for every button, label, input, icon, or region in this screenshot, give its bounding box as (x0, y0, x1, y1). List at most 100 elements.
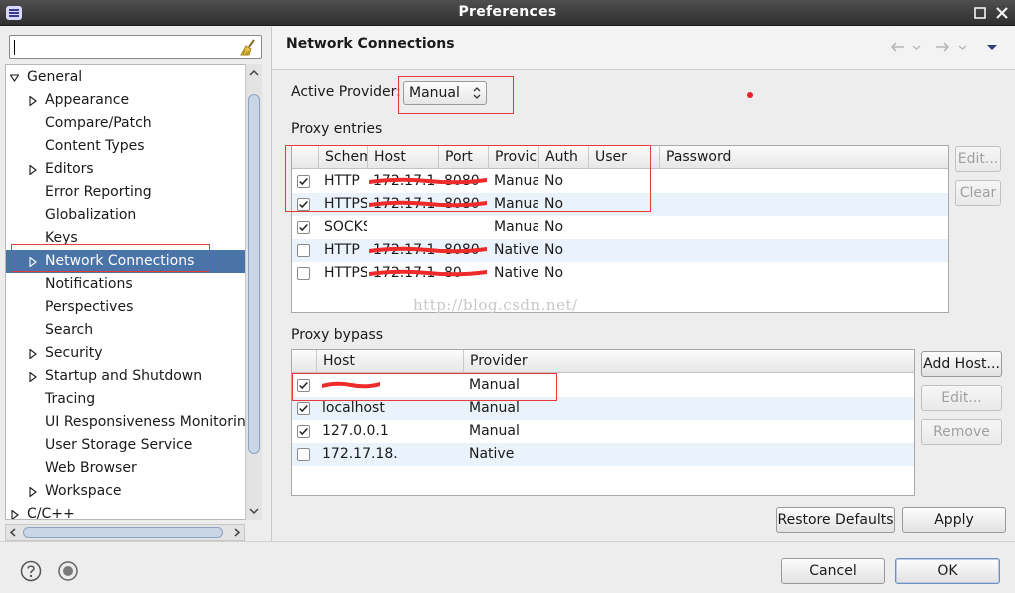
tree-item-perspectives[interactable]: Perspectives (6, 296, 246, 319)
tree-item-content-types[interactable]: Content Types (6, 135, 246, 158)
table-row[interactable]: HTTP172.17.18080ManualNo (292, 170, 948, 193)
add-host-button[interactable]: Add Host... (921, 351, 1002, 377)
tree-item-tracing[interactable]: Tracing (6, 388, 246, 411)
column-header[interactable]: Host (316, 350, 463, 373)
edit-bypass-button[interactable]: Edit... (921, 385, 1002, 411)
tree-item-label: Workspace (45, 483, 122, 499)
preference-tree: General Appearance Compare/Patch Content Ty… (5, 64, 261, 520)
page-header: Network Connections (272, 27, 1015, 70)
cancel-button[interactable]: Cancel (781, 558, 885, 584)
tree-item-appearance[interactable]: Appearance (6, 89, 246, 112)
column-header[interactable]: Schem (318, 146, 367, 169)
table-row[interactable]: HTTPS172.17.18080ManualNo (292, 193, 948, 216)
tree-item-ui-responsiveness-monitoring[interactable]: UI Responsiveness Monitoring (6, 411, 255, 434)
window-title: Preferences (458, 4, 557, 20)
ok-button[interactable]: OK (895, 558, 1000, 584)
back-arrow-icon[interactable] (888, 40, 906, 54)
table-row[interactable]: 127.0.0.1 Manual (292, 420, 914, 443)
scrollbar-thumb[interactable] (248, 94, 260, 454)
entry-enabled-checkbox[interactable] (297, 175, 310, 188)
proxy-bypass-table[interactable]: Host Provider Manual localhost Manual 127.0.0… (291, 349, 915, 496)
entry-enabled-checkbox[interactable] (297, 244, 310, 257)
tree-item-workspace[interactable]: Workspace (6, 480, 246, 503)
bypass-enabled-checkbox[interactable] (297, 448, 310, 461)
cell-scheme: SOCKS (324, 219, 367, 235)
tree-item-user-storage-service[interactable]: User Storage Service (6, 434, 246, 457)
tree-item-error-reporting[interactable]: Error Reporting (6, 181, 246, 204)
expand-arrow-icon[interactable] (10, 73, 19, 83)
column-header[interactable]: Password (659, 146, 945, 169)
remove-bypass-button[interactable]: Remove (921, 419, 1002, 445)
tree-item-security[interactable]: Security (6, 342, 246, 365)
close-window-icon[interactable] (995, 6, 1009, 20)
proxy-entries-table[interactable]: SchemHostPortProvicAuthUserPasswordHTTP1… (291, 145, 949, 313)
active-provider-value: Manual (409, 85, 460, 101)
tree-item-label: Appearance (45, 92, 130, 108)
scroll-down-icon[interactable] (247, 504, 261, 518)
forward-dropdown-icon[interactable] (958, 40, 967, 54)
bypass-enabled-checkbox[interactable] (297, 379, 310, 392)
tree-item-startup-and-shutdown[interactable]: Startup and Shutdown (6, 365, 246, 388)
scroll-up-icon[interactable] (247, 66, 261, 80)
bypass-enabled-checkbox[interactable] (297, 402, 310, 415)
watermark-text: http://blog.csdn.net/ (413, 296, 578, 314)
active-provider-select[interactable]: Manual (403, 81, 487, 105)
clear-filter-icon[interactable] (240, 39, 257, 56)
collapse-arrow-icon[interactable] (28, 487, 37, 497)
scroll-right-icon[interactable] (230, 526, 243, 539)
apply-button[interactable]: Apply (902, 507, 1006, 533)
tree-vertical-scrollbar[interactable] (245, 64, 262, 520)
table-row[interactable]: Manual (292, 374, 914, 397)
collapse-arrow-icon[interactable] (10, 510, 19, 520)
help-icon[interactable] (20, 560, 42, 582)
column-header[interactable]: Provider (463, 350, 914, 373)
restore-defaults-button[interactable]: Restore Defaults (776, 507, 895, 533)
column-header[interactable]: Provic (488, 146, 538, 169)
cell-provider: Native (469, 446, 515, 462)
collapse-arrow-icon[interactable] (28, 257, 37, 267)
cell-scheme: HTTP (324, 242, 360, 258)
view-menu-icon[interactable] (986, 40, 998, 54)
text-caret (14, 40, 15, 55)
tree-item-web-browser[interactable]: Web Browser (6, 457, 246, 480)
table-row[interactable]: HTTP 172.17.1 8080 Native No (292, 239, 948, 262)
collapse-arrow-icon[interactable] (28, 96, 37, 106)
scrollbar-thumb[interactable] (23, 527, 223, 538)
forward-arrow-icon[interactable] (934, 40, 952, 54)
entry-enabled-checkbox[interactable] (297, 221, 310, 234)
tree-item-keys[interactable]: Keys (6, 227, 246, 250)
table-header: SchemHostPortProvicAuthUserPassword (292, 146, 948, 169)
column-header[interactable]: User (588, 146, 659, 169)
collapse-arrow-icon[interactable] (28, 349, 37, 359)
tree-item-editors[interactable]: Editors (6, 158, 246, 181)
table-row[interactable]: HTTPS 172.17.1 80 Native No (292, 262, 948, 285)
collapse-arrow-icon[interactable] (28, 165, 37, 175)
tree-horizontal-scrollbar[interactable] (5, 524, 245, 541)
tree-item-label: Globalization (45, 207, 137, 223)
tree-item-compare-patch[interactable]: Compare/Patch (6, 112, 246, 135)
tree-item-general[interactable]: General (6, 66, 246, 89)
clear-entry-button[interactable]: Clear (955, 180, 1001, 206)
cell-host (367, 216, 438, 239)
entry-enabled-checkbox[interactable] (297, 267, 310, 280)
table-row[interactable]: SOCKS Manual No (292, 216, 948, 239)
tree-item-globalization[interactable]: Globalization (6, 204, 246, 227)
column-header[interactable]: Port (438, 146, 488, 169)
column-header[interactable]: Auth (538, 146, 588, 169)
filter-input[interactable] (9, 35, 262, 59)
restore-window-icon[interactable] (973, 6, 987, 20)
tree-item-network-connections[interactable]: Network Connections (6, 250, 246, 273)
collapse-arrow-icon[interactable] (28, 372, 37, 382)
edit-entry-button[interactable]: Edit... (955, 146, 1001, 172)
tree-item-c-c[interactable]: C/C++ (6, 503, 246, 520)
entry-enabled-checkbox[interactable] (297, 198, 310, 211)
import-export-icon[interactable] (57, 560, 79, 582)
bypass-enabled-checkbox[interactable] (297, 425, 310, 438)
back-dropdown-icon[interactable] (912, 40, 921, 54)
table-row[interactable]: localhost Manual (292, 397, 914, 420)
table-row[interactable]: 172.17.18. Native (292, 443, 914, 466)
tree-item-notifications[interactable]: Notifications (6, 273, 246, 296)
tree-item-search[interactable]: Search (6, 319, 246, 342)
column-header[interactable]: Host (367, 146, 438, 169)
scroll-left-icon[interactable] (7, 526, 20, 539)
